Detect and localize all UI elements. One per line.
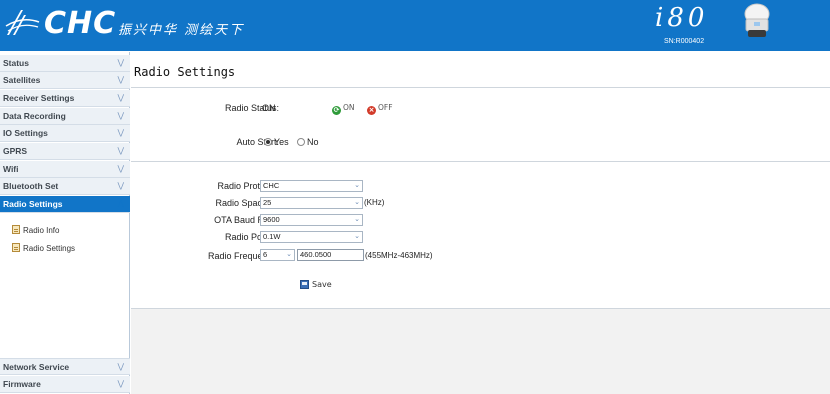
radio-power-value: 0.1W <box>263 232 281 241</box>
sidebar-item-firmware[interactable]: Firmware ⋁ <box>0 376 130 393</box>
radio-unselected-icon <box>297 138 305 146</box>
power-on-icon: ⟳ <box>332 106 341 115</box>
sidebar-item-bluetooth-set[interactable]: Bluetooth Set ⋁ <box>0 178 130 195</box>
radio-frequency-input[interactable]: 460.0500 <box>297 249 364 261</box>
sidebar-item-wifi[interactable]: Wifi ⋁ <box>0 161 130 178</box>
brand-logo-text: CHC <box>44 6 117 41</box>
chevron-down-icon: ⋁ <box>117 379 124 388</box>
sidebar-item-label: Network Service <box>3 362 70 372</box>
sidebar-item-label: Wifi <box>3 164 19 174</box>
save-disk-icon <box>300 280 309 289</box>
auto-start-yes-label: Yes <box>274 137 289 147</box>
radio-off-button[interactable]: × OFF <box>367 103 393 115</box>
radio-frequency-label: Radio Frequency: <box>207 251 279 261</box>
radio-spacing-unit: (KHz) <box>364 198 385 207</box>
divider <box>131 161 830 162</box>
auto-start-no-label: No <box>307 137 319 147</box>
sidebar-item-label: Bluetooth Set <box>3 181 59 191</box>
radio-off-label: OFF <box>378 103 393 112</box>
radio-channel-select[interactable]: 6 ⌄ <box>260 249 295 261</box>
receiver-device-icon <box>744 3 770 37</box>
chevron-down-icon: ⋁ <box>117 146 124 155</box>
auto-start-yes-radio[interactable]: Yes <box>264 137 289 148</box>
radio-selected-icon <box>264 138 272 146</box>
device-model: i80 <box>655 3 709 33</box>
chevron-down-icon: ⌄ <box>354 233 360 240</box>
sidebar-item-gprs[interactable]: GPRS ⋁ <box>0 143 130 160</box>
sidebar-item-io-settings[interactable]: IO Settings ⋁ <box>0 125 130 142</box>
auto-start-label: Auto Start: <box>236 137 279 147</box>
radio-on-button[interactable]: ⟳ ON <box>332 103 355 115</box>
radio-power-label: Radio Power: <box>224 232 279 242</box>
chevron-down-icon: ⋁ <box>117 362 124 371</box>
submenu-item-label: Radio Settings <box>23 244 76 253</box>
sidebar-item-radio-settings[interactable]: Radio Settings ⋀ <box>0 196 130 213</box>
chevron-down-icon: ⌄ <box>354 182 360 189</box>
sidebar-item-receiver-settings[interactable]: Receiver Settings ⋁ <box>0 90 130 107</box>
sidebar-item-label: Receiver Settings <box>3 93 75 103</box>
sidebar-item-label: IO Settings <box>3 128 48 138</box>
radio-power-select[interactable]: 0.1W ⌄ <box>260 231 363 243</box>
sidebar-item-satellites[interactable]: Satellites ⋁ <box>0 72 130 89</box>
chc-logo-icon <box>5 10 40 35</box>
divider <box>131 87 830 88</box>
radio-protocol-label: Radio Protocol: <box>217 181 279 191</box>
radio-status-label: Radio Status: <box>224 103 279 113</box>
auto-start-no-radio[interactable]: No <box>297 137 319 148</box>
serial-number: SN:R000402 <box>664 38 705 45</box>
ota-baud-rate-select[interactable]: 9600 ⌄ <box>260 214 363 226</box>
power-off-icon: × <box>367 106 376 115</box>
chevron-down-icon: ⋁ <box>117 58 124 67</box>
sidebar-item-label: Firmware <box>3 379 41 389</box>
chevron-down-icon: ⋁ <box>117 111 124 120</box>
radio-frequency-value: 460.0500 <box>300 250 332 259</box>
sidebar-item-label: Satellites <box>3 75 41 85</box>
submenu-item-radio-info[interactable]: Radio Info <box>12 224 59 238</box>
radio-protocol-value: CHC <box>263 181 280 190</box>
save-label: Save <box>312 280 332 289</box>
chevron-down-icon: ⌄ <box>354 199 360 206</box>
radio-status-value: ON <box>262 103 276 113</box>
radio-frequency-range: (455MHz-463MHz) <box>365 251 433 260</box>
sidebar-item-label: Data Recording <box>3 111 66 121</box>
chevron-down-icon: ⌄ <box>286 251 292 258</box>
sidebar-item-label: GPRS <box>3 146 28 156</box>
radio-spacing-select[interactable]: 25 ⌄ <box>260 197 363 209</box>
sidebar-item-data-recording[interactable]: Data Recording ⋁ <box>0 108 130 125</box>
chevron-down-icon: ⋁ <box>117 181 124 190</box>
app-header: CHC 振兴中华 测绘天下 i80 SN:R000402 <box>0 0 830 51</box>
radio-spacing-label: Radio Spacing : <box>215 198 279 208</box>
ota-baud-rate-value: 9600 <box>263 215 280 224</box>
sidebar-item-label: Status <box>3 58 29 68</box>
radio-channel-value: 6 <box>263 250 268 259</box>
document-icon <box>12 243 20 252</box>
brand-slogan: 振兴中华 测绘天下 <box>118 23 245 38</box>
main-content: Radio Settings Radio Status: ON ⟳ ON × OFF… <box>131 52 830 394</box>
sidebar-item-status[interactable]: Status ⋁ <box>0 55 130 72</box>
sidebar-item-label: Radio Settings <box>3 199 63 209</box>
document-icon <box>12 225 20 234</box>
save-button[interactable]: Save <box>300 280 332 290</box>
chevron-up-icon: ⋀ <box>117 199 124 208</box>
submenu-item-label: Radio Info <box>23 226 60 235</box>
chevron-down-icon: ⋁ <box>117 128 124 137</box>
chevron-down-icon: ⌄ <box>354 216 360 223</box>
sidebar-item-network-service[interactable]: Network Service ⋁ <box>0 358 130 375</box>
chevron-down-icon: ⋁ <box>117 93 124 102</box>
chevron-down-icon: ⋁ <box>117 164 124 173</box>
submenu-item-radio-settings[interactable]: Radio Settings <box>12 242 75 256</box>
chevron-down-icon: ⋁ <box>117 75 124 84</box>
radio-spacing-value: 25 <box>263 198 272 207</box>
page-title: Radio Settings <box>134 65 236 79</box>
footer-area <box>131 309 830 394</box>
radio-protocol-select[interactable]: CHC ⌄ <box>260 180 363 192</box>
sidebar-nav: Status ⋁ Satellites ⋁ Receiver Settings ⋁ D… <box>0 52 130 394</box>
radio-on-label: ON <box>343 103 355 112</box>
ota-baud-rate-label: OTA Baud Rate: <box>214 215 279 225</box>
